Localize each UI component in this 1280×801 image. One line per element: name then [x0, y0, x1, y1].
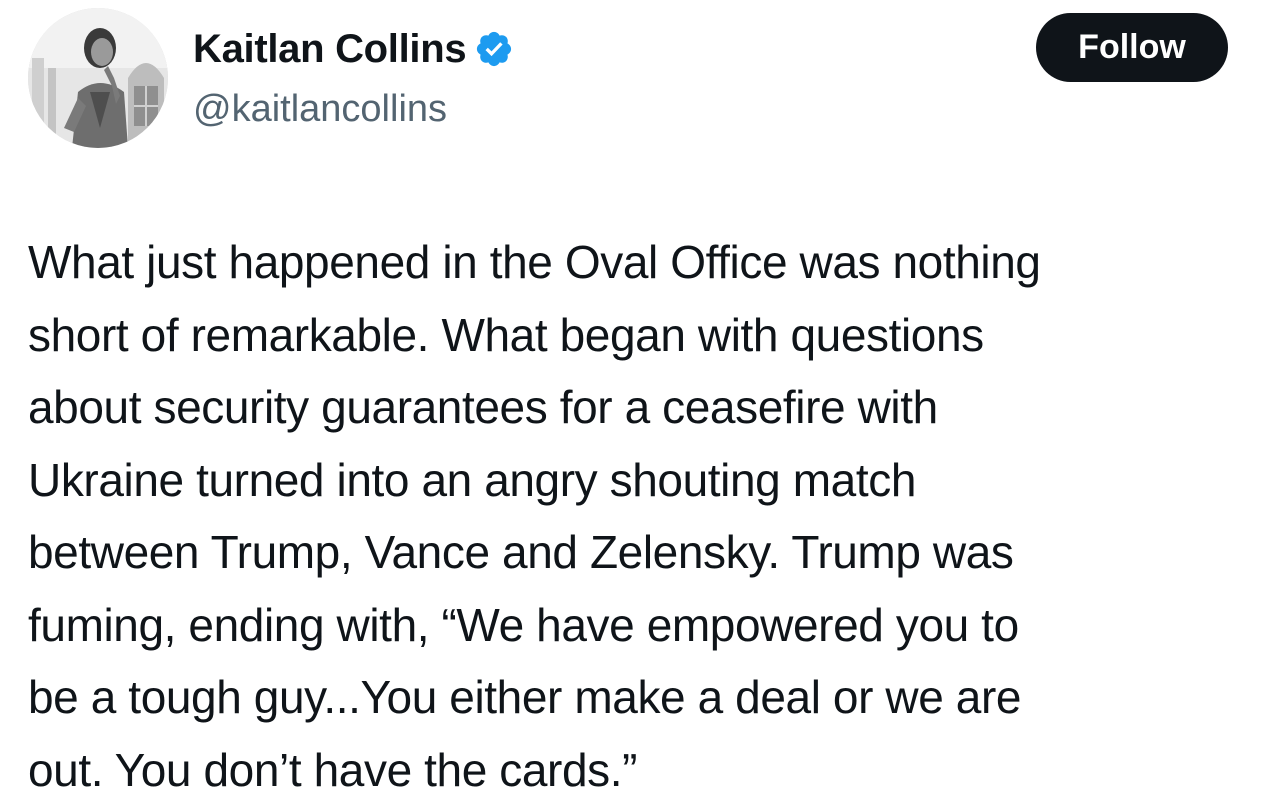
- follow-button[interactable]: Follow: [1036, 13, 1228, 82]
- author-handle[interactable]: @kaitlancollins: [193, 84, 447, 134]
- avatar[interactable]: [28, 8, 168, 148]
- avatar-photo-icon: [28, 8, 168, 148]
- author-name-row: Kaitlan Collins: [193, 24, 514, 74]
- author-display-name[interactable]: Kaitlan Collins: [193, 24, 467, 74]
- verified-badge-icon: [474, 29, 514, 69]
- tweet-text: What just happened in the Oval Office wa…: [28, 236, 1041, 796]
- tweet-card: Kaitlan Collins @kaitlancollins Follow W…: [0, 0, 1280, 801]
